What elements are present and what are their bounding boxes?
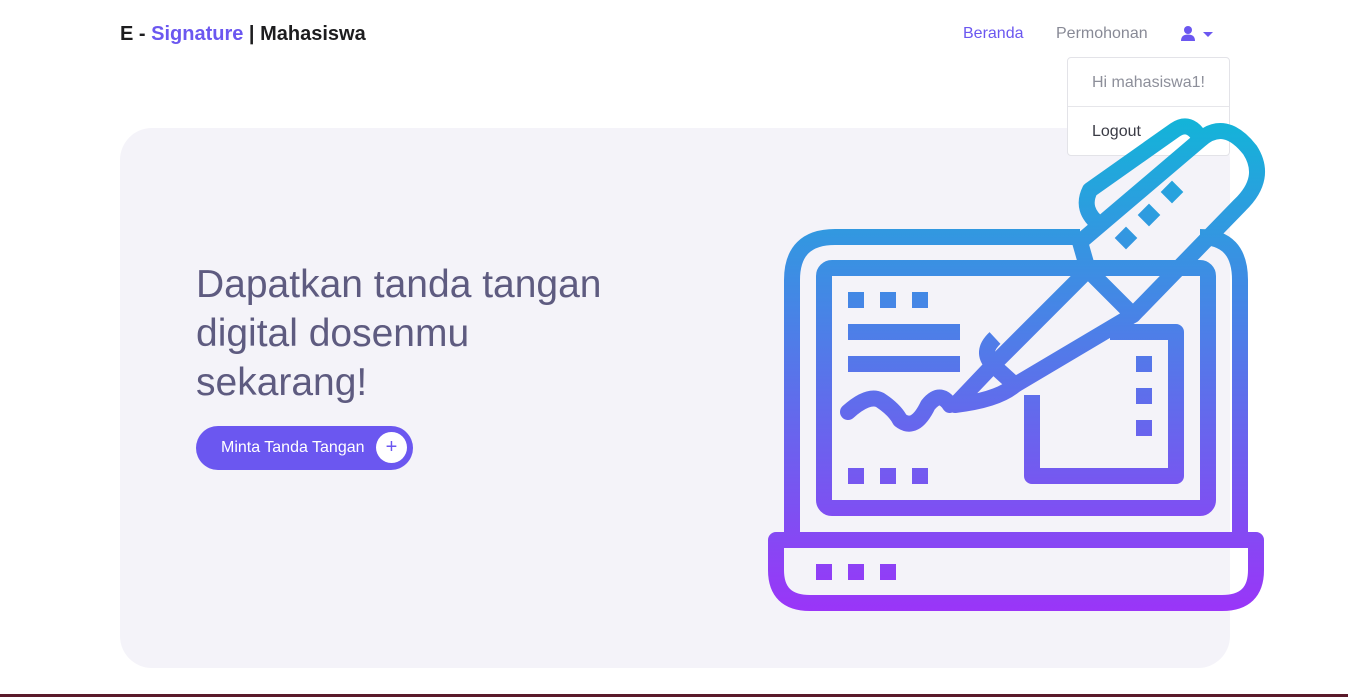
brand-accent: Signature [151,23,244,45]
brand-logo[interactable]: E - Signature | Mahasiswa [120,23,366,46]
plus-icon: + [376,432,407,463]
nav-link-permohonan[interactable]: Permohonan [1056,25,1148,43]
nav-link-beranda[interactable]: Beranda [963,25,1024,43]
laptop-pen-icon [768,118,1265,611]
request-signature-label: Minta Tanda Tangan [221,439,365,456]
hero-title: Dapatkan tanda tangan digital dosenmu se… [196,263,602,404]
brand-prefix: E - [120,23,152,45]
brand-suffix: | Mahasiswa [243,23,366,45]
user-greeting: Hi mahasiswa1! [1092,74,1205,91]
caret-down-icon [1203,32,1213,37]
digital-signature-illustration [760,110,1280,620]
request-signature-button[interactable]: Minta Tanda Tangan + [196,426,413,470]
user-icon [1181,26,1195,41]
user-menu-toggle[interactable] [1180,24,1216,44]
